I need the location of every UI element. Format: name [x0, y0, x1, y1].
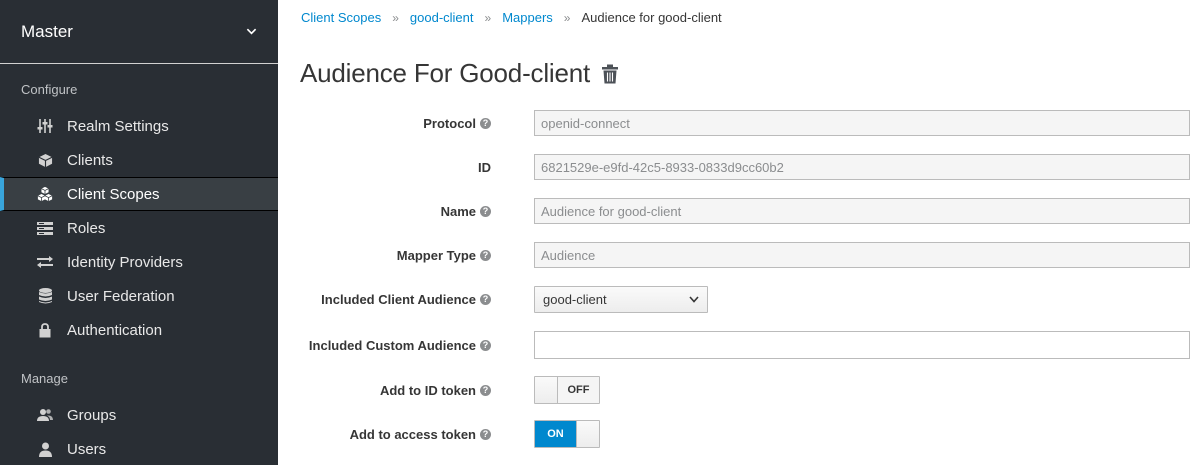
section-configure-label: Configure: [21, 82, 78, 97]
toggle-knob: [535, 377, 558, 403]
main-content: Client Scopes » good-client » Mappers » …: [278, 0, 1200, 465]
trash-icon[interactable]: [602, 64, 619, 84]
sidebar-item-label: Authentication: [67, 321, 163, 339]
cubes-icon: [37, 186, 53, 202]
breadcrumb-good-client[interactable]: good-client: [410, 10, 474, 25]
included-custom-audience-input[interactable]: [534, 331, 1190, 359]
form-row-name: Name? Audience for good-client: [278, 198, 1200, 224]
nav-configure: Realm Settings Clients Client Scopes Rol…: [0, 109, 278, 347]
sidebar-item-realm-settings[interactable]: Realm Settings: [0, 109, 278, 143]
form-row-add-to-id-token: Add to ID token? OFF: [278, 376, 1200, 404]
included-client-audience-label-text: Included Client Audience: [321, 292, 476, 307]
toggle-state: OFF: [558, 377, 599, 403]
sidebar-item-label: User Federation: [67, 287, 175, 305]
add-to-id-token-toggle[interactable]: OFF: [534, 376, 600, 404]
sidebar-item-clients[interactable]: Clients: [0, 143, 278, 177]
toggle-state: ON: [535, 421, 576, 447]
sidebar-item-client-scopes[interactable]: Client Scopes: [0, 177, 278, 211]
realm-selector[interactable]: Master: [0, 0, 278, 64]
protocol-field: openid-connect: [534, 110, 1190, 136]
form-row-mapper-type: Mapper Type? Audience: [278, 242, 1200, 268]
breadcrumb-mappers[interactable]: Mappers: [502, 10, 553, 25]
sidebar-item-authentication[interactable]: Authentication: [0, 313, 278, 347]
realm-name: Master: [21, 21, 73, 41]
help-icon[interactable]: ?: [480, 384, 491, 396]
add-to-access-token-toggle[interactable]: ON: [534, 420, 600, 448]
form-row-included-custom-audience: Included Custom Audience?: [278, 331, 1200, 359]
sidebar: Master Configure Realm Settings Clients …: [0, 0, 278, 465]
add-to-access-token-label: Add to access token?: [278, 427, 491, 442]
mapper-type-field: Audience: [534, 242, 1190, 268]
sidebar-item-label: Users: [67, 440, 107, 458]
name-field: Audience for good-client: [534, 198, 1190, 224]
included-client-audience-select[interactable]: good-client: [534, 286, 708, 313]
mapper-type-label-text: Mapper Type: [396, 247, 476, 263]
help-icon[interactable]: ?: [480, 205, 491, 217]
sidebar-item-label: Roles: [67, 219, 106, 237]
id-label: ID: [278, 160, 491, 175]
sidebar-item-label: Identity Providers: [67, 253, 183, 271]
toggle-knob: [576, 421, 599, 447]
chevron-down-icon: [689, 296, 699, 303]
help-icon[interactable]: ?: [480, 117, 491, 129]
form-row-included-client-audience: Included Client Audience? good-client: [278, 286, 1200, 313]
breadcrumb-separator-icon: »: [563, 10, 571, 25]
exchange-icon: [37, 254, 53, 270]
name-label-text: Name: [440, 203, 476, 219]
users-icon: [37, 407, 53, 423]
breadcrumb-separator-icon: »: [484, 10, 492, 25]
user-icon: [37, 441, 53, 457]
sidebar-item-user-federation[interactable]: User Federation: [0, 279, 278, 313]
cube-icon: [37, 152, 53, 168]
select-value: good-client: [543, 292, 607, 307]
page-title: Audience For Good-client: [300, 58, 591, 88]
included-custom-audience-label: Included Custom Audience?: [278, 338, 491, 353]
form-row-id: ID 6821529e-e9fd-42c5-8933-0833d9cc60b2: [278, 154, 1200, 180]
help-icon[interactable]: ?: [480, 428, 491, 440]
sidebar-item-roles[interactable]: Roles: [0, 211, 278, 245]
database-icon: [37, 288, 53, 304]
add-to-id-token-label-text: Add to ID token: [379, 382, 476, 398]
mapper-type-label: Mapper Type?: [278, 248, 491, 263]
section-manage-label: Manage: [21, 371, 68, 386]
sidebar-item-label: Clients: [67, 151, 113, 169]
protocol-label: Protocol?: [278, 116, 491, 131]
page-header: Audience For Good-client: [300, 58, 619, 89]
help-icon[interactable]: ?: [480, 294, 491, 305]
sidebar-item-label: Groups: [67, 406, 117, 424]
name-label: Name?: [278, 204, 491, 219]
add-to-id-token-label: Add to ID token?: [278, 383, 491, 398]
help-icon[interactable]: ?: [480, 339, 491, 351]
lock-icon: [37, 322, 53, 338]
sidebar-item-users[interactable]: Users: [0, 432, 278, 465]
sidebar-item-groups[interactable]: Groups: [0, 398, 278, 432]
sidebar-item-label: Client Scopes: [67, 185, 160, 203]
protocol-label-text: Protocol: [423, 115, 476, 131]
nav-manage: Groups Users: [0, 398, 278, 465]
form-row-add-to-access-token: Add to access token? ON: [278, 420, 1200, 448]
breadcrumb-separator-icon: »: [392, 10, 399, 25]
list-icon: [37, 220, 53, 236]
id-field: 6821529e-e9fd-42c5-8933-0833d9cc60b2: [534, 154, 1190, 180]
sidebar-item-label: Realm Settings: [67, 117, 169, 135]
add-to-access-token-label-text: Add to access token: [349, 426, 476, 442]
chevron-down-icon: [246, 28, 257, 35]
breadcrumb-current: Audience for good-client: [581, 10, 722, 25]
included-client-audience-label: Included Client Audience?: [278, 292, 491, 307]
breadcrumb-client-scopes[interactable]: Client Scopes: [301, 10, 381, 25]
breadcrumb: Client Scopes » good-client » Mappers » …: [301, 10, 722, 25]
form-row-protocol: Protocol? openid-connect: [278, 110, 1200, 136]
sidebar-item-identity-providers[interactable]: Identity Providers: [0, 245, 278, 279]
sliders-icon: [37, 118, 53, 134]
id-label-text: ID: [478, 159, 491, 175]
help-icon[interactable]: ?: [480, 249, 491, 261]
included-custom-audience-label-text: Included Custom Audience: [308, 337, 476, 353]
